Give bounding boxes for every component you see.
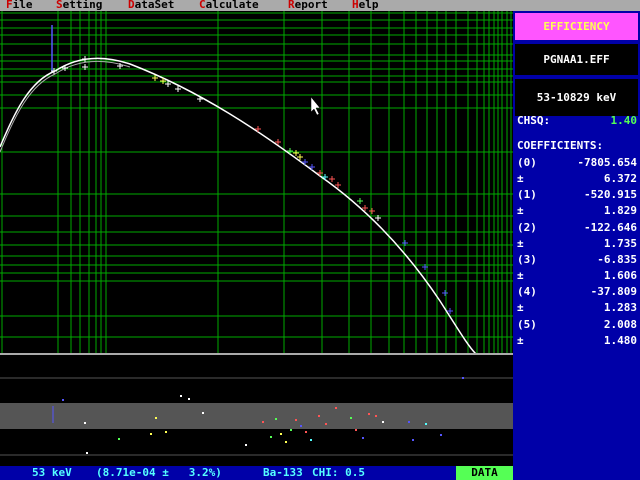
coef-2-label: (2) (517, 221, 537, 234)
energy-range: 53-10829 keV (515, 79, 638, 116)
panel-title: EFFICIENCY (515, 13, 638, 40)
coef-4-err-label: ± (517, 301, 524, 314)
coef-3-err-label: ± (517, 269, 524, 282)
coef-4-err: 1.283 (603, 301, 637, 314)
coef-4-label: (4) (517, 285, 537, 298)
status-source: Ba-133 (263, 466, 303, 479)
chsq-value: 1.40 (610, 114, 638, 127)
data-button[interactable]: DATA (456, 466, 513, 480)
menu-file[interactable]: File (6, 0, 33, 11)
coef-1-err-label: ± (517, 204, 524, 217)
coef-4-value: -37.809 (590, 285, 637, 298)
efficiency-plot-area[interactable] (0, 11, 513, 466)
menu-help[interactable]: Help (352, 0, 379, 11)
coef-0-err: 6.372 (603, 172, 637, 185)
coef-1-label: (1) (517, 188, 537, 201)
coef-0-value: -7805.654 (577, 156, 637, 169)
coef-5-label: (5) (517, 318, 537, 331)
status-energy: 53 keV (32, 466, 72, 479)
info-panel: EFFICIENCY PGNAA1.EFF 53-10829 keV CHSQ:… (513, 11, 640, 480)
menu-report[interactable]: Report (288, 0, 328, 11)
coef-1-err: 1.829 (603, 204, 637, 217)
file-name: PGNAA1.EFF (515, 44, 638, 75)
coef-1-value: -520.915 (584, 188, 637, 201)
status-bar: 53 keV (8.71e-04 ± 3.2%) Ba-133 CHI: 0.5… (0, 466, 513, 480)
menu-calculate[interactable]: Calculate (199, 0, 259, 11)
status-chi: CHI: 0.5 (312, 466, 365, 479)
menu-setting[interactable]: Setting (56, 0, 102, 11)
menu-bar: File Setting DataSet Calculate Report He… (0, 0, 640, 11)
coef-5-value: 2.008 (603, 318, 637, 331)
status-efficiency: (8.71e-04 ± 3.2%) (96, 466, 222, 479)
coef-2-err-label: ± (517, 237, 524, 250)
residual-band (0, 403, 513, 429)
coef-5-err-label: ± (517, 334, 524, 347)
coef-0-label: (0) (517, 156, 537, 169)
coef-3-label: (3) (517, 253, 537, 266)
coef-2-value: -122.646 (584, 221, 637, 234)
coef-3-err: 1.606 (603, 269, 637, 282)
coef-3-value: -6.835 (597, 253, 637, 266)
coef-5-err: 1.480 (603, 334, 637, 347)
coefficients-header: COEFFICIENTS: (517, 139, 604, 152)
coef-0-err-label: ± (517, 172, 524, 185)
coef-2-err: 1.735 (603, 237, 637, 250)
menu-dataset[interactable]: DataSet (128, 0, 174, 11)
chsq-label: CHSQ: (517, 114, 551, 127)
